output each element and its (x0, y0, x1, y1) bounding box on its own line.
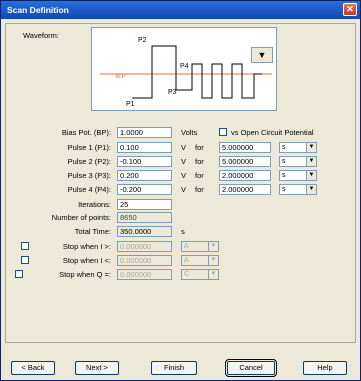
stop-i-less-checkbox[interactable] (21, 256, 29, 264)
pulse-2-label: Pulse 2 (P2): (67, 157, 111, 166)
total-time-unit: s (181, 227, 185, 236)
pulse-3-time-unit-select[interactable]: s ▼ (279, 170, 317, 181)
iterations-input[interactable]: 25 (117, 199, 172, 210)
bias-label: Bias Pot. (BP): (61, 128, 111, 137)
pulse-1-label: Pulse 1 (P1): (67, 143, 111, 152)
chevron-down-icon: ▼ (306, 157, 316, 166)
pulse-4-for: for (195, 185, 204, 194)
stop-i-greater-label: Stop when I >: (62, 242, 111, 251)
stop-i-less-unit-select[interactable]: A ▼ (181, 255, 219, 266)
pulse-2-for: for (195, 157, 204, 166)
pulse-3-unit: V (181, 171, 187, 180)
pulse-4-time-unit-select[interactable]: s ▼ (279, 184, 317, 195)
stop-i-less-unit: A (184, 257, 189, 264)
pulse-3-for: for (195, 171, 204, 180)
bp-label: B.P (116, 74, 126, 80)
scan-definition-window: Scan Definition ✕ Waveform: P1 P2 P3 P4 … (0, 0, 361, 381)
stop-i-less-label: Stop when I <: (62, 256, 111, 265)
chevron-down-icon: ▼ (208, 242, 218, 251)
pulse-4-unit: V (181, 185, 187, 194)
iterations-label: Iterations: (78, 200, 111, 209)
vs-ocp-checkbox[interactable] (219, 128, 227, 136)
chevron-down-icon: ▼ (208, 256, 218, 265)
waveform-graph: P1 P2 P3 P4 B.P (100, 37, 272, 108)
finish-button[interactable]: Finish (151, 361, 197, 375)
pulse-1-time-unit: s (282, 144, 286, 151)
stop-q-equal-label: Stop when Q =: (59, 270, 111, 279)
points-value: 8650 (117, 212, 172, 223)
stop-q-equal-unit: C (184, 271, 190, 278)
waveform-label: Waveform: (23, 31, 59, 40)
stop-q-equal-input[interactable]: 0.000000 (117, 269, 172, 280)
pulse-4-label: Pulse 4 (P4): (67, 185, 111, 194)
p3-label: P3 (168, 89, 177, 96)
waveform-dropdown-icon[interactable]: ▼ (251, 47, 273, 63)
stop-i-greater-unit: A (184, 243, 189, 250)
stop-q-equal-checkbox[interactable] (15, 270, 23, 278)
pulse-4-time-unit: s (282, 186, 286, 193)
pulse-1-time-unit-select[interactable]: s ▼ (279, 142, 317, 153)
back-button[interactable]: < Back (11, 361, 55, 375)
next-button[interactable]: Next > (75, 361, 119, 375)
pulse-3-input[interactable]: 0.200 (117, 170, 172, 181)
bias-unit: Volts (181, 128, 198, 137)
waveform-preview: P1 P2 P3 P4 B.P (91, 27, 277, 111)
stop-i-greater-input[interactable]: 0.000000 (117, 241, 172, 252)
chevron-down-icon: ▼ (306, 143, 316, 152)
pulse-2-time-unit-select[interactable]: s ▼ (279, 156, 317, 167)
bias-input[interactable]: 1.0000 (117, 127, 172, 138)
close-icon[interactable]: ✕ (343, 3, 357, 16)
pulse-4-input[interactable]: -0.200 (117, 184, 172, 195)
pulse-3-time-unit: s (282, 172, 286, 179)
pulse-2-input[interactable]: -0.100 (117, 156, 172, 167)
total-time-label: Total Time: (74, 227, 111, 236)
pulse-3-time-input[interactable]: 2.000000 (219, 170, 271, 181)
pulse-1-for: for (195, 143, 204, 152)
cancel-button[interactable]: Cancel (225, 359, 277, 377)
pulse-2-unit: V (181, 157, 187, 166)
total-time-value: 350.0000 (117, 226, 172, 237)
stop-q-equal-unit-select[interactable]: C ▼ (181, 269, 219, 280)
chevron-down-icon: ▼ (306, 171, 316, 180)
pulse-1-input[interactable]: 0.100 (117, 142, 172, 153)
pulse-2-time-input[interactable]: 5.000000 (219, 156, 271, 167)
p1-label: P1 (126, 101, 135, 108)
pulse-2-time-unit: s (282, 158, 286, 165)
stop-i-greater-checkbox[interactable] (21, 242, 29, 250)
waveform-line (132, 45, 262, 99)
pulse-1-time-input[interactable]: 5.000000 (219, 142, 271, 153)
pulse-3-label: Pulse 3 (P3): (67, 171, 111, 180)
vs-ocp-label: vs Open Circuit Potential (231, 128, 314, 137)
pulse-4-time-input[interactable]: 2.000000 (219, 184, 271, 195)
chevron-down-icon: ▼ (208, 270, 218, 279)
chevron-down-icon: ▼ (306, 185, 316, 194)
stop-i-greater-unit-select[interactable]: A ▼ (181, 241, 219, 252)
window-title: Scan Definition (7, 5, 69, 15)
p2-label: P2 (138, 37, 147, 44)
stop-i-less-input[interactable]: 0.000000 (117, 255, 172, 266)
p4-label: P4 (180, 63, 189, 70)
points-label: Number of points: (51, 213, 111, 222)
title-bar: Scan Definition ✕ (1, 1, 360, 19)
pulse-1-unit: V (181, 143, 187, 152)
help-button[interactable]: Help (303, 361, 347, 375)
